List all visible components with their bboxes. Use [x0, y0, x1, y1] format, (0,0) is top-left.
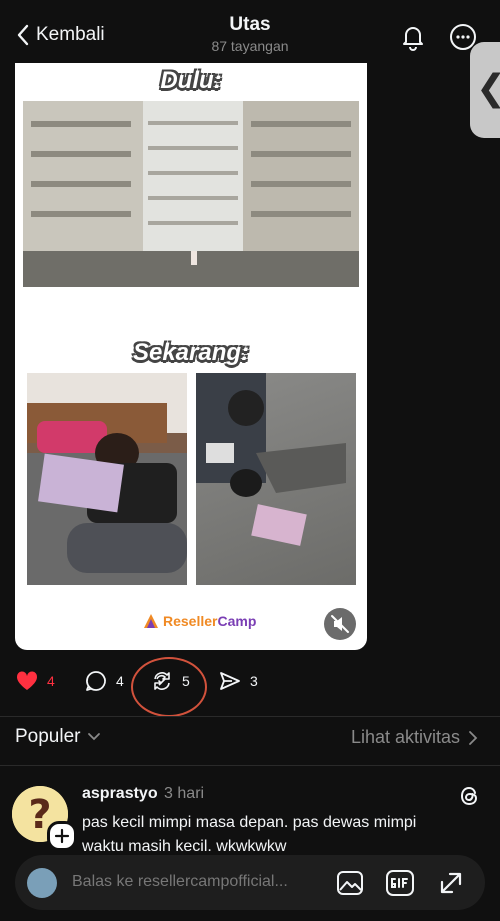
chevron-down-icon — [87, 733, 100, 741]
header: Kembali Utas 87 tayangan — [0, 0, 500, 64]
brand-logo-text: ResellerCamp — [163, 613, 257, 629]
image-icon[interactable] — [335, 868, 365, 898]
post-media-card[interactable]: Dulu: Sekarang: ResellerCamp — [15, 63, 367, 650]
view-activity-link[interactable]: Lihat aktivitas — [351, 727, 478, 748]
threads-logo-icon[interactable] — [458, 784, 482, 808]
share-count: 3 — [250, 673, 258, 689]
like-button[interactable]: 4 — [15, 669, 55, 693]
sort-dropdown[interactable]: Populer — [15, 726, 101, 748]
mute-button[interactable] — [324, 608, 356, 640]
username[interactable]: asprastyo — [82, 785, 158, 802]
comment-bubble-icon — [86, 671, 106, 691]
reply-input[interactable]: Balas ke resellercampofficial... — [72, 873, 288, 891]
bell-icon[interactable] — [398, 22, 428, 52]
brand-logo: ResellerCamp — [143, 613, 256, 629]
heart-filled-icon — [16, 671, 38, 690]
edge-panel-handle[interactable]: ❮ — [470, 42, 500, 138]
repost-highlight-circle — [131, 657, 207, 717]
caption-bottom: Sekarang: — [132, 339, 250, 366]
send-icon — [220, 672, 240, 690]
divider — [0, 716, 500, 717]
follow-plus-button[interactable] — [47, 821, 77, 851]
old-apartment-photo — [23, 101, 359, 287]
reply-composer[interactable]: Balas ke resellercampofficial... — [15, 855, 485, 910]
plus-icon — [54, 828, 70, 844]
edge-panel-chevron-icon: ❮ — [476, 68, 500, 108]
chevron-right-icon — [469, 730, 478, 745]
gif-icon[interactable] — [385, 868, 415, 898]
reseller-camp-logo-icon — [144, 614, 158, 628]
comment-button[interactable]: 4 — [84, 669, 124, 693]
reply-author-row: asprastyo 3 hari — [82, 785, 204, 803]
view-activity-label: Lihat aktivitas — [350, 727, 460, 747]
sleeping-bed-photo — [27, 373, 187, 585]
current-user-avatar — [27, 868, 57, 898]
reply-timestamp: 3 hari — [164, 785, 205, 802]
expand-icon[interactable] — [436, 868, 466, 898]
sleeping-road-photo — [196, 373, 356, 585]
sort-label: Populer — [15, 726, 81, 747]
share-button[interactable]: 3 — [218, 669, 258, 693]
divider — [0, 765, 500, 766]
reply-text: pas kecil mimpi masa depan. pas dewas mi… — [82, 814, 417, 855]
caption-top: Dulu: — [160, 67, 222, 94]
speaker-muted-icon — [331, 615, 349, 633]
comment-count: 4 — [116, 673, 124, 689]
like-count: 4 — [47, 673, 55, 689]
